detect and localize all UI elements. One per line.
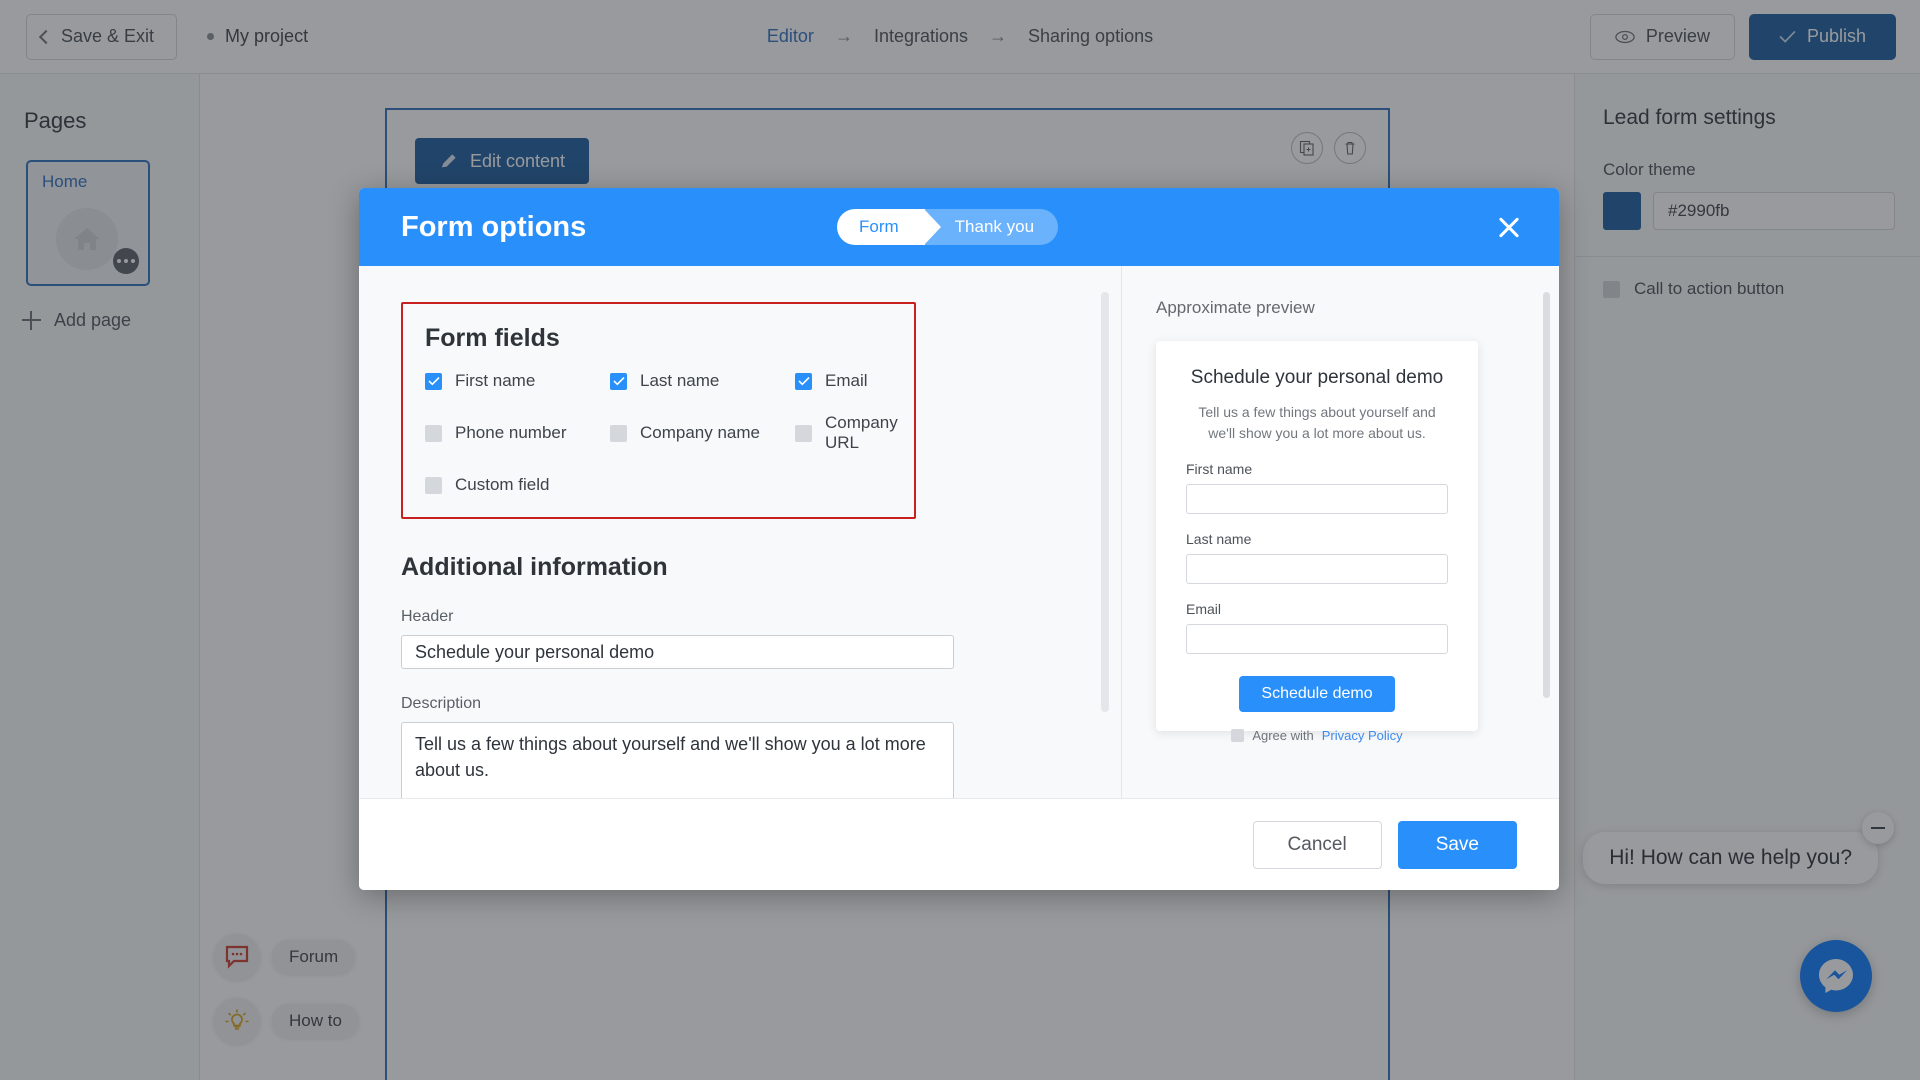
field-label: Phone number <box>455 423 567 442</box>
modal-footer: Cancel Save <box>359 798 1559 890</box>
preview-scrollbar[interactable] <box>1543 292 1550 698</box>
field-checkbox-company-name[interactable]: Company name <box>610 413 795 453</box>
app-root: Save & Exit My project Editor → Integrat… <box>0 0 1920 1080</box>
modal-settings-pane: Form fields First name Last name Email P… <box>359 266 1121 798</box>
form-fields-card: Form fields First name Last name Email P… <box>401 302 916 519</box>
save-button[interactable]: Save <box>1397 820 1517 869</box>
additional-information-title: Additional information <box>401 553 668 581</box>
checkbox-unchecked-icon <box>425 424 442 442</box>
checkbox-unchecked-icon[interactable] <box>1231 729 1245 742</box>
field-label: Custom field <box>455 475 550 494</box>
checkbox-unchecked-icon <box>425 476 442 494</box>
tab-thank-you-label: Thank you <box>954 217 1035 236</box>
preview-field-label-email: Email <box>1186 601 1222 617</box>
tab-form-label: Form <box>859 217 899 236</box>
header-field-label: Header <box>401 608 454 625</box>
field-checkbox-company-url[interactable]: Company URL <box>795 413 898 453</box>
form-preview-card: Schedule your personal demo Tell us a fe… <box>1156 341 1478 743</box>
field-checkbox-last-name[interactable]: Last name <box>610 371 795 391</box>
preview-submit-button[interactable]: Schedule demo <box>1239 676 1395 712</box>
settings-scrollbar[interactable] <box>1101 292 1109 712</box>
preview-input-last-name[interactable] <box>1186 554 1448 584</box>
modal-header: Form options Form Thank you <box>359 188 1559 266</box>
field-label: Last name <box>640 371 720 390</box>
description-textarea[interactable]: Tell us a few things about yourself and … <box>401 722 954 798</box>
checkbox-checked-icon <box>795 372 812 390</box>
form-fields-grid: First name Last name Email Phone number … <box>425 371 898 495</box>
checkbox-unchecked-icon <box>795 424 812 442</box>
preview-input-first-name[interactable] <box>1186 484 1448 514</box>
field-label: Email <box>825 371 868 390</box>
preview-input-email[interactable] <box>1186 624 1448 654</box>
privacy-policy-link[interactable]: Privacy Policy <box>1322 728 1403 743</box>
tab-form[interactable]: Form <box>837 209 941 245</box>
approximate-preview-label: Approximate preview <box>1156 298 1315 317</box>
tab-thank-you[interactable]: Thank you <box>924 209 1059 245</box>
header-input[interactable] <box>401 635 954 669</box>
preview-field-label-first-name: First name <box>1186 461 1253 477</box>
checkbox-checked-icon <box>425 372 442 390</box>
description-field-label: Description <box>401 695 482 712</box>
field-label: Company name <box>640 423 761 442</box>
field-label: First name <box>455 371 536 390</box>
preview-agree-text: Agree with <box>1252 728 1314 743</box>
field-label: Company URL <box>825 413 898 452</box>
field-checkbox-phone-number[interactable]: Phone number <box>425 413 610 453</box>
close-icon[interactable] <box>1493 211 1525 243</box>
field-checkbox-email[interactable]: Email <box>795 371 898 391</box>
field-checkbox-first-name[interactable]: First name <box>425 371 610 391</box>
modal-tabs: Form Thank you <box>837 209 1059 245</box>
checkbox-unchecked-icon <box>610 424 627 442</box>
field-checkbox-custom-field[interactable]: Custom field <box>425 475 610 495</box>
form-fields-title: Form fields <box>425 324 560 352</box>
form-options-modal: Form options Form Thank you Form fields <box>359 188 1559 890</box>
preview-field-label-last-name: Last name <box>1186 531 1252 547</box>
preview-subtitle: Tell us a few things about yourself and … <box>1198 404 1436 441</box>
cancel-button[interactable]: Cancel <box>1252 820 1382 869</box>
modal-preview-pane: Approximate preview Schedule your person… <box>1121 266 1559 798</box>
preview-agree-row: Agree with Privacy Policy <box>1186 728 1448 743</box>
checkbox-checked-icon <box>610 372 627 390</box>
preview-title: Schedule your personal demo <box>1190 367 1444 388</box>
modal-title: Form options <box>401 210 587 243</box>
modal-body: Form fields First name Last name Email P… <box>359 266 1559 798</box>
